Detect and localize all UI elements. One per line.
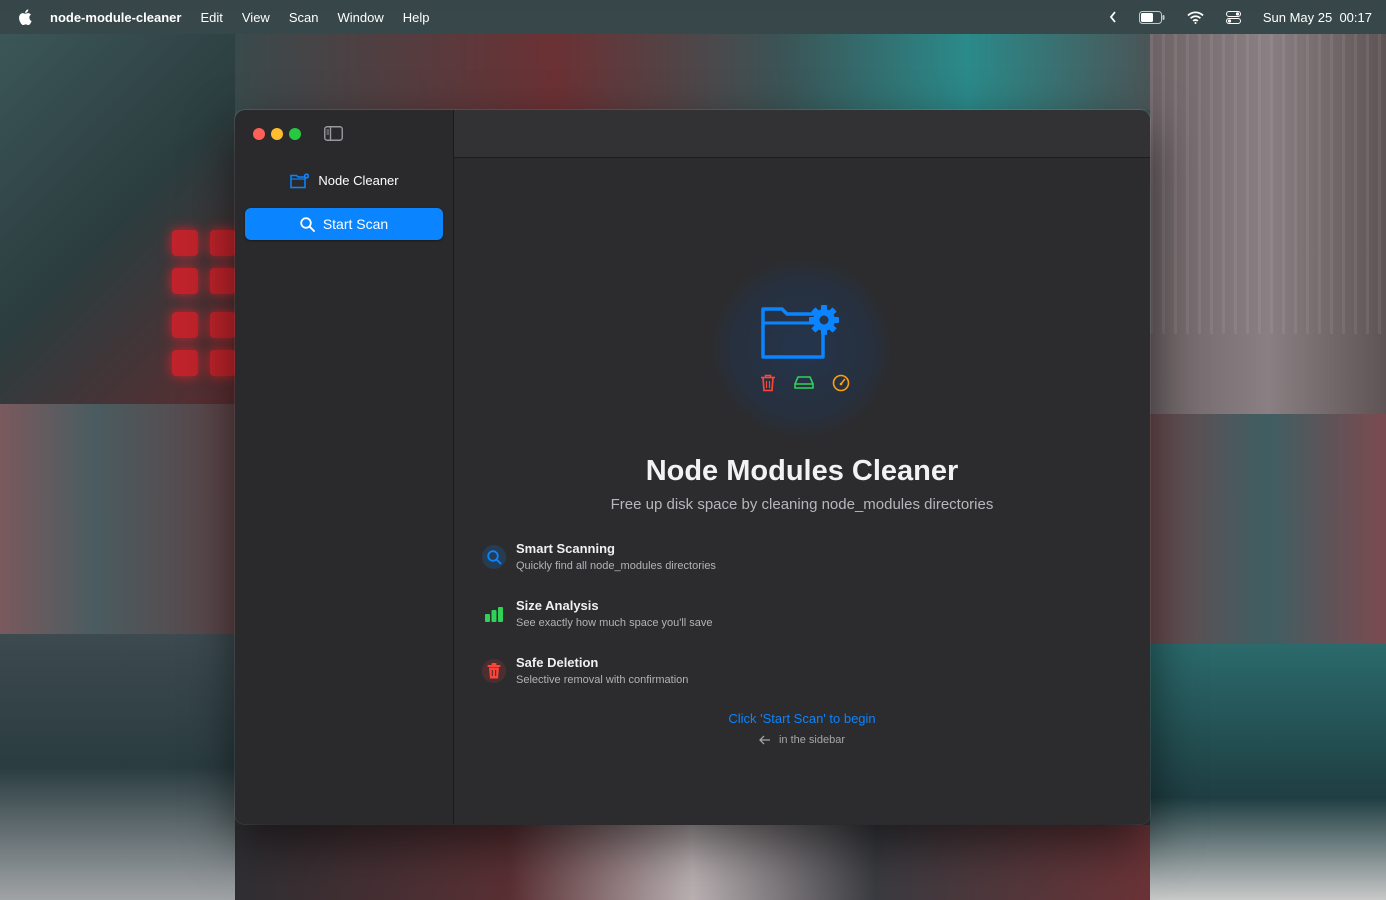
status-area: Sun May 25 00:17 [1109, 10, 1372, 25]
speedometer-icon [832, 374, 850, 392]
main-content: Node Modules Cleaner Free up disk space … [454, 110, 1150, 824]
feature-description: Selective removal with confirmation [516, 674, 689, 686]
hero-mini-icons [760, 374, 850, 392]
wallpaper-left-bottom [0, 634, 235, 900]
wallpaper-stripes [1150, 34, 1386, 334]
app-window: Node Cleaner Start Scan Node Modules Cle… [235, 110, 1150, 824]
zoom-window-button[interactable] [289, 128, 301, 140]
menu-bar: node-module-cleaner Edit View Scan Windo… [0, 0, 1386, 34]
minimize-window-button[interactable] [271, 128, 283, 140]
wallpaper-light [172, 350, 198, 376]
folder-gear-icon [290, 173, 310, 189]
sidebar-hint: in the sidebar [454, 734, 1150, 746]
feature-title: Smart Scanning [516, 541, 615, 556]
feature-description: Quickly find all node_modules directorie… [516, 560, 716, 572]
wallpaper-top-strip [235, 34, 1150, 110]
sidebar: Node Cleaner Start Scan [235, 110, 454, 824]
sidebar-app-title: Node Cleaner [235, 172, 454, 189]
page-subtitle: Free up disk space by cleaning node_modu… [610, 496, 994, 513]
battery-icon[interactable] [1138, 10, 1165, 24]
arrow-left-icon [759, 735, 770, 745]
wallpaper-right-mid [1150, 414, 1386, 644]
feature-title: Safe Deletion [516, 655, 599, 670]
menu-edit[interactable]: Edit [200, 10, 222, 25]
close-window-button[interactable] [253, 128, 265, 140]
clock-time: 00:17 [1339, 9, 1372, 25]
control-center-icon[interactable] [1225, 10, 1241, 24]
wallpaper-light [210, 312, 236, 338]
wallpaper-light [210, 350, 236, 376]
hero-folder-gear-icon [761, 305, 839, 359]
page-title: Node Modules Cleaner [645, 455, 959, 487]
wallpaper-left-top [0, 34, 235, 404]
magnifier-icon [482, 545, 506, 569]
menu-help[interactable]: Help [403, 10, 430, 25]
sidebar-title-label: Node Cleaner [318, 173, 399, 188]
window-controls [253, 128, 301, 140]
chevron-left-icon[interactable] [1109, 11, 1117, 23]
bar-chart-icon [482, 602, 506, 626]
drive-icon [794, 376, 814, 389]
start-scan-button[interactable]: Start Scan [245, 208, 443, 240]
wallpaper-light [210, 268, 236, 294]
clock[interactable]: Sun May 25 00:17 [1263, 10, 1372, 25]
feature-safe-deletion: Safe Deletion Selective removal with con… [482, 654, 1132, 694]
search-icon [300, 216, 315, 232]
feature-smart-scanning: Smart Scanning Quickly find all node_mod… [482, 540, 1132, 580]
window-toolbar [454, 110, 1150, 158]
feature-size-analysis: Size Analysis See exactly how much space… [482, 597, 1132, 637]
menu-window[interactable]: Window [337, 10, 383, 25]
sidebar-toggle-icon[interactable] [324, 126, 343, 141]
wallpaper-light [172, 312, 198, 338]
start-scan-label: Start Scan [322, 216, 389, 232]
menu-view[interactable]: View [242, 10, 270, 25]
wallpaper-right-bottom [1150, 644, 1386, 900]
feature-title: Size Analysis [516, 598, 599, 613]
trash-icon [482, 659, 506, 683]
menu-scan[interactable]: Scan [289, 10, 319, 25]
wallpaper-light [210, 230, 236, 256]
apple-logo-icon[interactable] [18, 9, 32, 25]
feature-description: See exactly how much space you'll save [516, 617, 713, 629]
menu-app-name[interactable]: node-module-cleaner [50, 10, 181, 25]
wallpaper-light [172, 230, 198, 256]
sidebar-hint-label: in the sidebar [778, 734, 846, 746]
wifi-icon[interactable] [1187, 11, 1204, 24]
wallpaper-light [172, 268, 198, 294]
wallpaper-bottom-strip [235, 825, 1150, 900]
cta-text: Click 'Start Scan' to begin [728, 711, 876, 726]
trash-icon [761, 374, 775, 392]
clock-date: Sun May 25 [1262, 9, 1333, 25]
wallpaper-left-mid [0, 404, 235, 634]
